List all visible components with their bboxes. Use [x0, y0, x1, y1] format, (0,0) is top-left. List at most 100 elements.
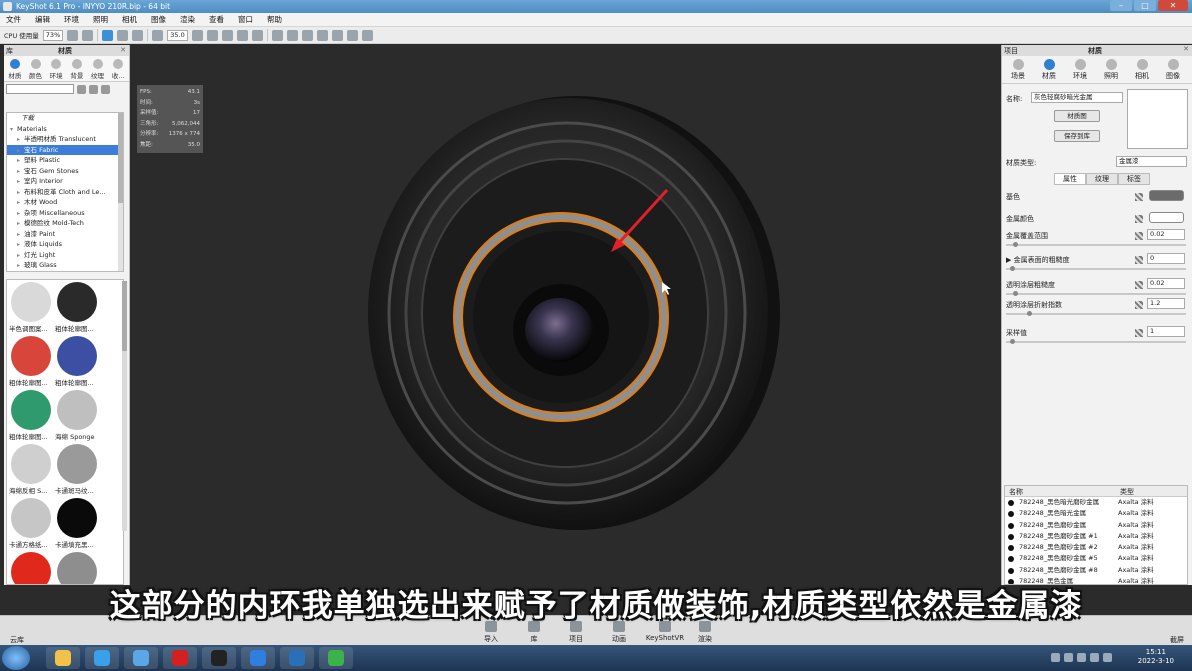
render-viewport[interactable]: FPS: 43.1 时间: 3s 采样值: 17 三角形: 5,062,044 分辨率: 1376… [131, 45, 1000, 615]
tool-icon[interactable] [346, 29, 358, 41]
tab-favorites[interactable]: 收... [108, 58, 128, 80]
table-row[interactable]: 782248_黑色磨砂金属 #8 Axalta 涂料 [1005, 565, 1187, 576]
property-slider[interactable] [1006, 242, 1186, 247]
tab-materials[interactable]: 材质 [5, 58, 25, 80]
screenshot-icon[interactable] [331, 29, 343, 41]
table-row[interactable]: 782248_黑色暗光磨砂金属 Axalta 涂料 [1005, 497, 1187, 508]
slider-handle[interactable] [1013, 242, 1019, 247]
texture-map-icon[interactable] [1135, 281, 1143, 289]
screenshot-button[interactable]: 截屏 [1170, 635, 1184, 645]
table-row[interactable]: 782248_黑色磨砂金属 #2 Axalta 涂料 [1005, 542, 1187, 553]
image-icon[interactable] [361, 29, 373, 41]
material-thumbnail[interactable]: 卡通填充黑... [55, 498, 101, 552]
texture-map-icon[interactable] [1135, 193, 1143, 201]
menu-camera[interactable]: 相机 [122, 14, 137, 25]
focal-length-field[interactable]: 35.0 [167, 29, 188, 41]
texture-map-icon[interactable] [1135, 329, 1143, 337]
subtab-labels[interactable]: 标签 [1118, 173, 1150, 185]
maximize-button[interactable]: □ [1134, 0, 1156, 11]
material-pick-icon[interactable] [316, 29, 328, 41]
material-graph-button[interactable]: 材质图 [1054, 110, 1100, 122]
material-name-field[interactable]: 灰色轻腐砂暗光金属 [1031, 92, 1123, 103]
menu-lighting[interactable]: 照明 [93, 14, 108, 25]
geometry-icon[interactable] [271, 29, 283, 41]
refresh-icon[interactable] [101, 84, 110, 94]
tree-item[interactable]: ▸ 灯光 Light [7, 250, 123, 261]
property-value-field[interactable]: 0.02 [1147, 278, 1185, 289]
texture-map-icon[interactable] [1135, 301, 1143, 309]
table-row[interactable]: 782248_黑色磨砂金属 #5 Axalta 涂料 [1005, 553, 1187, 564]
slider-handle[interactable] [1013, 291, 1019, 296]
material-thumbnail[interactable]: 粗体轮廓图... [9, 390, 55, 444]
property-slider[interactable] [1006, 266, 1186, 271]
tray-icon[interactable] [1077, 653, 1086, 662]
shield-icon[interactable] [301, 29, 313, 41]
fit-icon[interactable] [236, 29, 248, 41]
pause-icon[interactable] [67, 29, 79, 41]
menu-image[interactable]: 图像 [151, 14, 166, 25]
cloud-library-button[interactable]: 云库 [10, 635, 24, 645]
property-slider[interactable] [1006, 339, 1186, 344]
panel-close-icon[interactable]: ✕ [120, 46, 126, 54]
chevron-right-icon[interactable]: ▸ [17, 240, 24, 251]
menu-environment[interactable]: 环境 [64, 14, 79, 25]
property-value-field[interactable]: 1 [1147, 326, 1185, 337]
menu-view[interactable]: 查看 [209, 14, 224, 25]
volume-icon[interactable] [1090, 653, 1099, 662]
taskbar-app-button[interactable] [280, 647, 314, 669]
property-value-field[interactable]: 0.02 [1147, 229, 1185, 240]
tab-colors[interactable]: 颜色 [26, 58, 46, 80]
tray-icon[interactable] [1051, 653, 1060, 662]
close-button[interactable]: ✕ [1158, 0, 1188, 11]
tree-item[interactable]: ▸ 布料和皮革 Cloth and Le... [7, 187, 123, 198]
material-thumbnail[interactable]: 海绵反相 S... [9, 444, 55, 498]
tab-material[interactable]: 材质 [1035, 59, 1063, 81]
material-thumbnail[interactable]: 海绵 Sponge [55, 390, 101, 444]
slider-handle[interactable] [1027, 311, 1032, 316]
tab-textures[interactable]: 纹理 [88, 58, 108, 80]
taskbar-app-button[interactable] [319, 647, 353, 669]
performance-icon[interactable] [82, 29, 94, 41]
taskbar-app-button[interactable] [202, 647, 236, 669]
subtab-properties[interactable]: 属性 [1054, 173, 1086, 185]
chevron-right-icon[interactable]: ▸ [17, 261, 24, 271]
material-thumbnail[interactable]: 粗体轮廓图... [55, 282, 101, 336]
tab-environments[interactable]: 环境 [46, 58, 66, 80]
move-icon[interactable] [117, 29, 129, 41]
download-icon[interactable] [132, 29, 144, 41]
menu-edit[interactable]: 编辑 [35, 14, 50, 25]
menu-file[interactable]: 文件 [6, 14, 21, 25]
chevron-right-icon[interactable]: ▸ [17, 156, 24, 167]
tree-item[interactable]: ▸ 杂项 Miscellaneous [7, 208, 123, 219]
tab-image[interactable]: 图像 [1159, 59, 1187, 81]
cpu-usage-select[interactable]: 73% [42, 29, 64, 41]
menu-help[interactable]: 帮助 [267, 14, 282, 25]
tab-lighting[interactable]: 照明 [1097, 59, 1125, 81]
tab-backplates[interactable]: 背景 [67, 58, 87, 80]
start-button[interactable] [2, 646, 30, 670]
folder-add-icon[interactable] [89, 84, 98, 94]
tab-scene[interactable]: 场景 [1004, 59, 1032, 81]
slider-handle[interactable] [1010, 266, 1015, 271]
library-search-input[interactable] [6, 84, 74, 94]
tree-item[interactable]: ▸ 宝石 Fabric [7, 144, 123, 155]
color-swatch[interactable] [1149, 190, 1184, 201]
material-thumbnail[interactable]: 粗体轮廓图... [9, 336, 55, 390]
tree-item[interactable]: ▾ Materials [7, 124, 123, 135]
tree-item[interactable]: ▸ 塑料 Plastic [7, 155, 123, 166]
tab-environment[interactable]: 环境 [1066, 59, 1094, 81]
tree-item[interactable]: ▸ 油漆 Paint [7, 229, 123, 240]
minimize-button[interactable]: – [1110, 0, 1132, 11]
taskbar-app-button[interactable] [85, 647, 119, 669]
subtab-textures[interactable]: 纹理 [1086, 173, 1118, 185]
chevron-down-icon[interactable]: ▾ [10, 125, 17, 136]
material-thumbnail[interactable]: 半色调图案... [9, 282, 55, 336]
zoom-icon[interactable] [191, 29, 203, 41]
chevron-right-icon[interactable]: ▸ [17, 135, 24, 146]
folder-icon[interactable] [77, 84, 86, 94]
menu-render[interactable]: 渲染 [180, 14, 195, 25]
refresh-icon[interactable] [102, 29, 114, 41]
thumbnails-scrollbar[interactable] [122, 281, 127, 531]
table-row[interactable]: 782248_黑色暗光金属 Axalta 涂料 [1005, 508, 1187, 519]
property-value-field[interactable]: 0 [1147, 253, 1185, 264]
